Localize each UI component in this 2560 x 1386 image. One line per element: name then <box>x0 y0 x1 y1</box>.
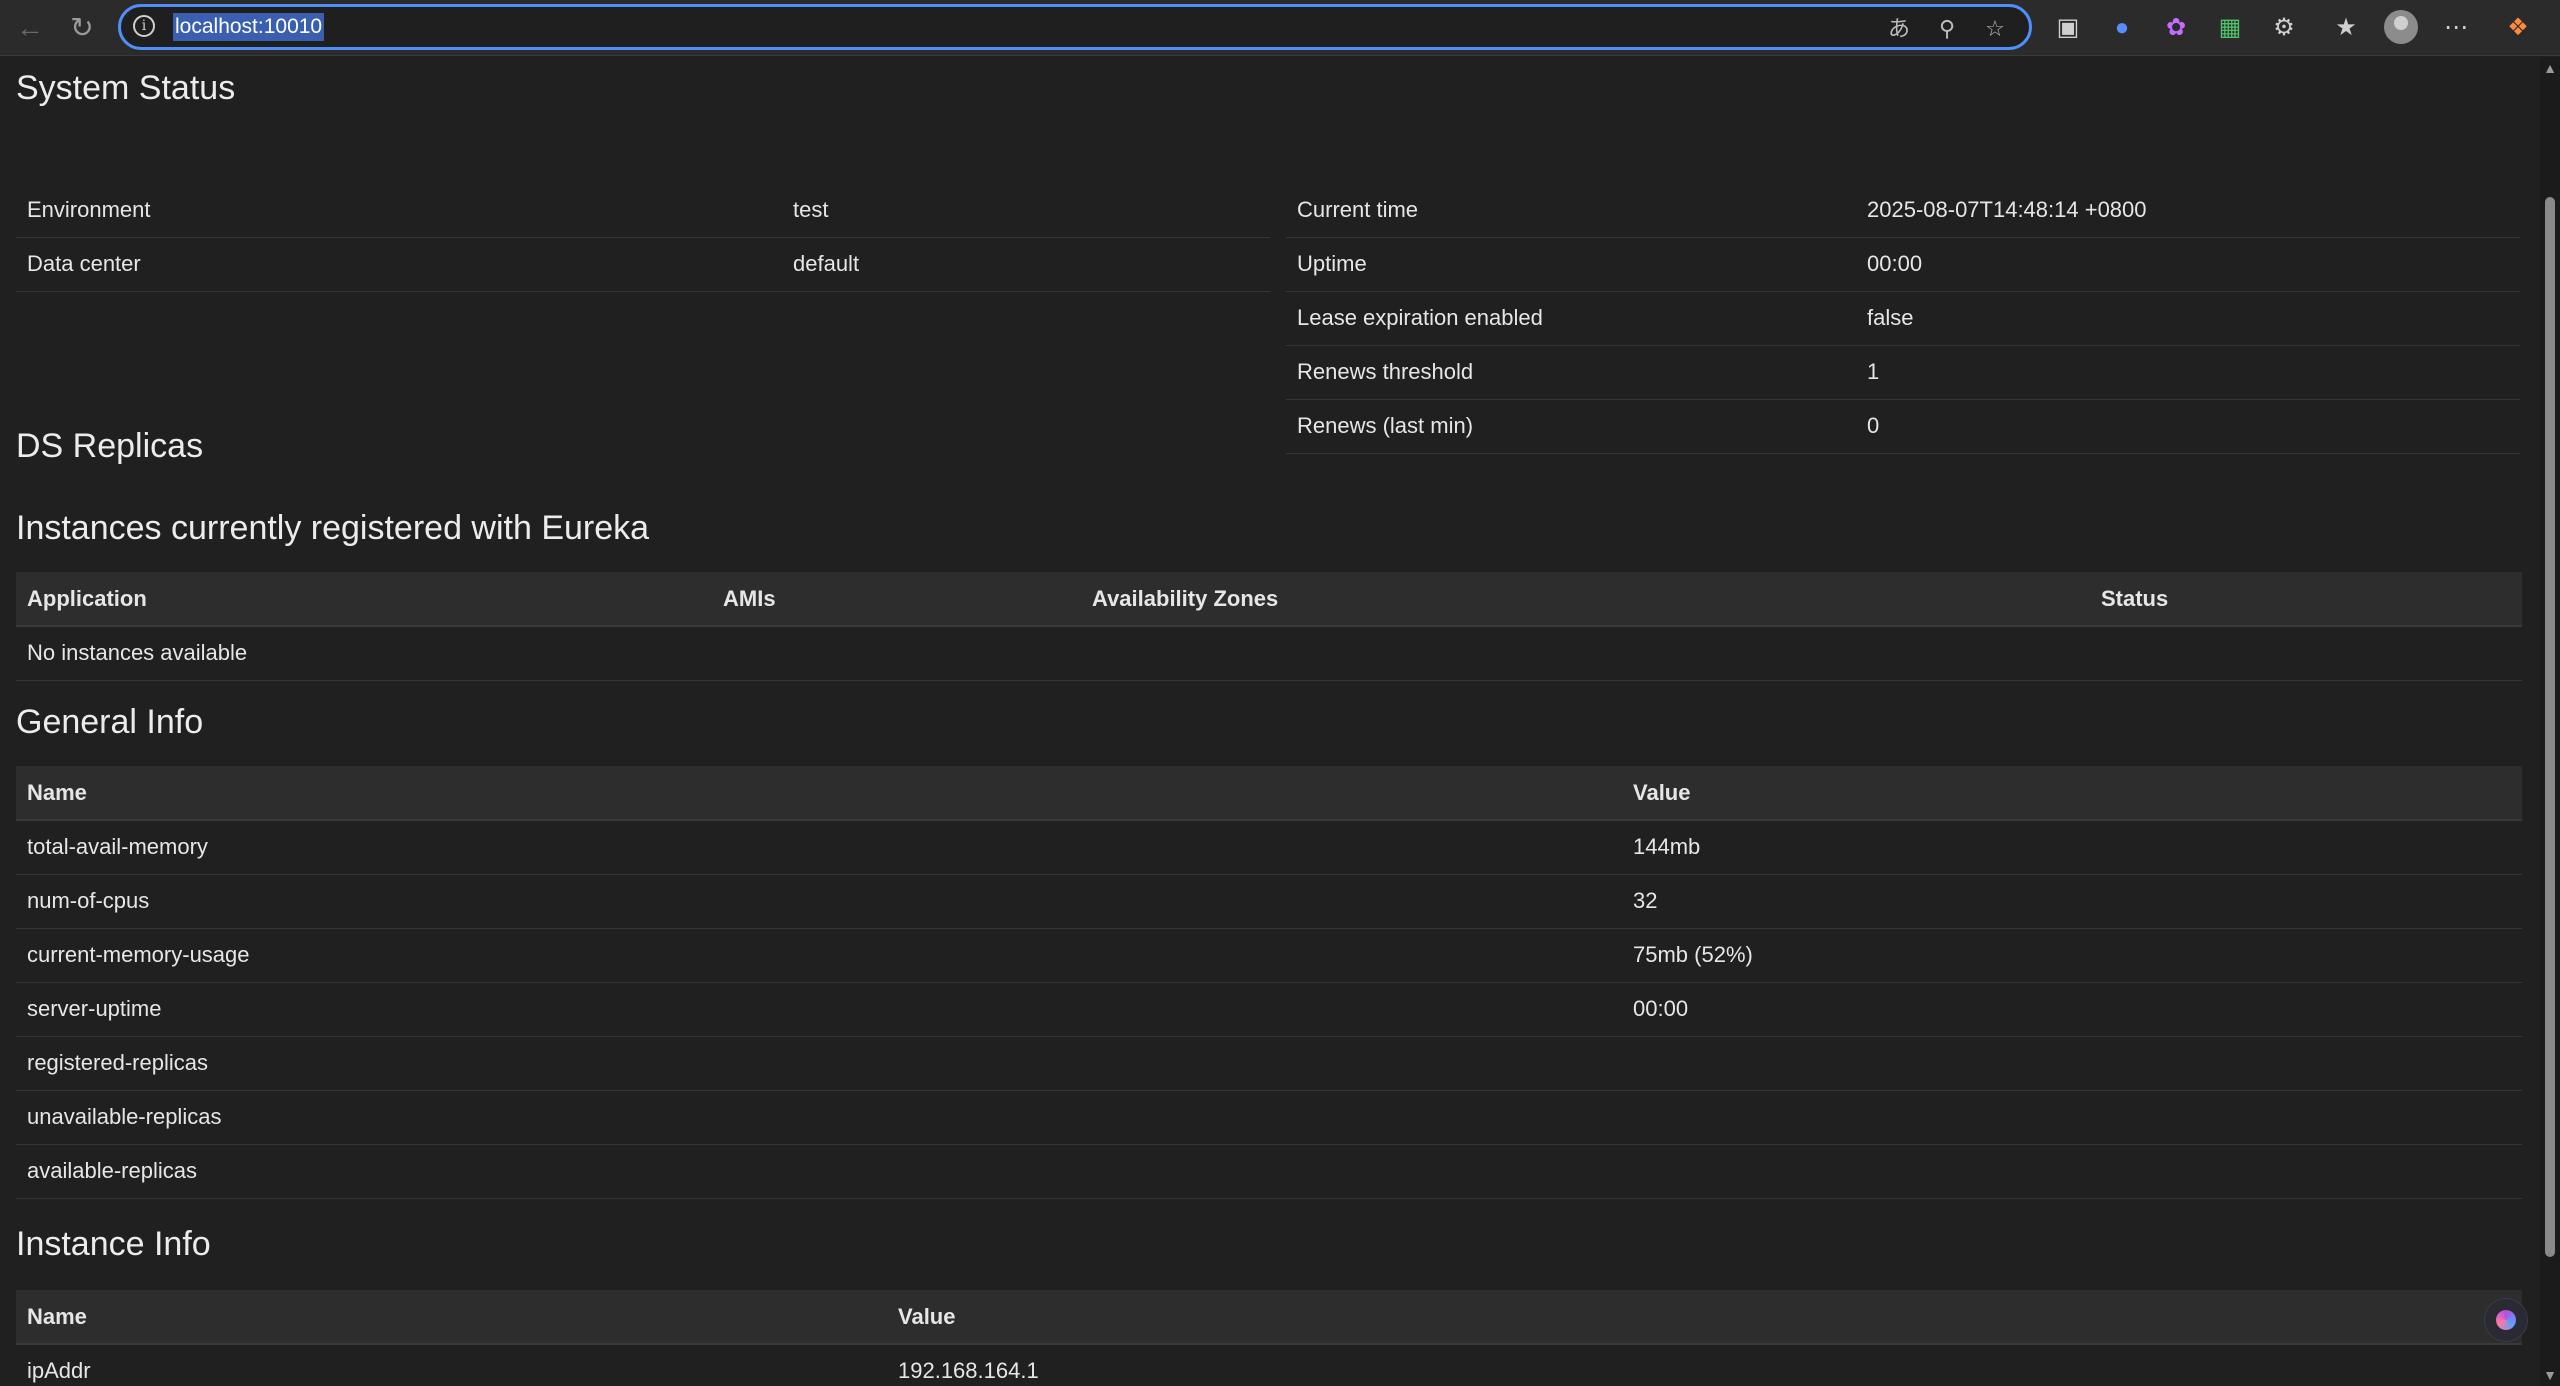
copilot-float-icon[interactable] <box>2484 1298 2528 1342</box>
renews-last-min-value: 0 <box>1856 399 2520 454</box>
instances-heading: Instances currently registered with Eure… <box>16 509 650 547</box>
profile-icon[interactable] <box>2384 10 2418 44</box>
scroll-down-icon[interactable]: ▼ <box>2543 1368 2557 1382</box>
col-status: Status <box>2090 572 2522 627</box>
info-name: current-memory-usage <box>16 928 1622 983</box>
star-icon[interactable]: ☆ <box>1981 15 2009 43</box>
read-aloud-icon[interactable]: あ <box>1885 15 1913 43</box>
table-row: Renews (last min) 0 <box>1286 399 2520 454</box>
info-value <box>1622 1090 2522 1145</box>
instances-table: Application AMIs Availability Zones Stat… <box>16 572 2522 681</box>
info-name: server-uptime <box>16 982 1622 1037</box>
system-status-left-table: Environment test Data center default <box>16 183 1270 292</box>
site-info-icon[interactable]: i <box>133 15 155 37</box>
info-value: 00:00 <box>1622 982 2522 1037</box>
page-scrollbar[interactable]: ▲ ▼ <box>2540 57 2560 1386</box>
col-value: Value <box>887 1290 2522 1345</box>
extension-icon[interactable]: ▣ <box>2052 12 2084 44</box>
address-url[interactable]: localhost:10010 <box>173 13 325 41</box>
table-header-row: Name Value <box>16 1290 2522 1345</box>
info-value: 144mb <box>1622 820 2522 875</box>
extension-icon[interactable]: ● <box>2106 12 2138 44</box>
extension-icon[interactable]: ✿ <box>2160 12 2192 44</box>
reload-icon[interactable]: ↻ <box>64 10 100 46</box>
table-row: Uptime 00:00 <box>1286 237 2520 292</box>
current-time-value: 2025-08-07T14:48:14 +0800 <box>1856 183 2520 238</box>
table-header-row: Name Value <box>16 766 2522 821</box>
table-row: unavailable-replicas <box>16 1090 2522 1145</box>
instance-value: 192.168.164.1 <box>887 1344 2522 1386</box>
table-row: total-avail-memory 144mb <box>16 820 2522 875</box>
env-value: test <box>782 183 1270 238</box>
no-instances-text: No instances available <box>16 626 2522 681</box>
table-row: server-uptime 00:00 <box>16 982 2522 1037</box>
general-info-heading: General Info <box>16 703 204 741</box>
table-row: Environment test <box>16 183 1270 238</box>
col-name: Name <box>16 1290 887 1345</box>
col-name: Name <box>16 766 1622 821</box>
info-name: total-avail-memory <box>16 820 1622 875</box>
zoom-icon[interactable]: ⚲ <box>1933 15 1961 43</box>
table-header-row: Application AMIs Availability Zones Stat… <box>16 572 2522 627</box>
info-value: 75mb (52%) <box>1622 928 2522 983</box>
back-arrow-icon[interactable]: ← <box>12 10 48 46</box>
table-row: No instances available <box>16 626 2522 681</box>
col-amis: AMIs <box>712 572 1081 627</box>
info-name: registered-replicas <box>16 1036 1622 1091</box>
puzzle-icon[interactable]: ⚙ <box>2268 12 2300 44</box>
system-status-right-table: Current time 2025-08-07T14:48:14 +0800 U… <box>1286 183 2520 454</box>
datacenter-value: default <box>782 237 1270 292</box>
col-availability-zones: Availability Zones <box>1081 572 2090 627</box>
instance-info-table: Name Value ipAddr 192.168.164.1 <box>16 1290 2522 1386</box>
instance-info-heading: Instance Info <box>16 1225 211 1263</box>
page-content: System Status Environment test Data cent… <box>0 57 2540 1386</box>
table-row: current-memory-usage 75mb (52%) <box>16 928 2522 983</box>
info-name: num-of-cpus <box>16 874 1622 929</box>
datacenter-label: Data center <box>16 237 782 292</box>
col-value: Value <box>1622 766 2522 821</box>
lease-expiration-label: Lease expiration enabled <box>1286 291 1856 346</box>
copilot-icon[interactable]: ❖ <box>2502 12 2534 44</box>
system-status-heading: System Status <box>16 69 236 107</box>
info-name: available-replicas <box>16 1144 1622 1199</box>
scroll-thumb[interactable] <box>2545 197 2555 1257</box>
env-label: Environment <box>16 183 782 238</box>
table-row: registered-replicas <box>16 1036 2522 1091</box>
uptime-label: Uptime <box>1286 237 1856 292</box>
scroll-up-icon[interactable]: ▲ <box>2543 61 2557 75</box>
table-row: Renews threshold 1 <box>1286 345 2520 400</box>
favorites-icon[interactable]: ★ <box>2330 12 2362 44</box>
renews-last-min-label: Renews (last min) <box>1286 399 1856 454</box>
current-time-label: Current time <box>1286 183 1856 238</box>
extension-icon[interactable]: ▦ <box>2214 12 2246 44</box>
table-row: ipAddr 192.168.164.1 <box>16 1344 2522 1386</box>
info-value: 32 <box>1622 874 2522 929</box>
lease-expiration-value: false <box>1856 291 2520 346</box>
general-info-table: Name Value total-avail-memory 144mb num-… <box>16 766 2522 1199</box>
table-row: available-replicas <box>16 1144 2522 1199</box>
info-value <box>1622 1144 2522 1199</box>
renews-threshold-label: Renews threshold <box>1286 345 1856 400</box>
more-icon[interactable]: ⋯ <box>2440 12 2472 44</box>
table-row: Lease expiration enabled false <box>1286 291 2520 346</box>
uptime-value: 00:00 <box>1856 237 2520 292</box>
ds-replicas-heading: DS Replicas <box>16 427 204 465</box>
info-name: unavailable-replicas <box>16 1090 1622 1145</box>
table-row: Current time 2025-08-07T14:48:14 +0800 <box>1286 183 2520 238</box>
browser-toolbar: ← ↻ i localhost:10010 あ ⚲ ☆ ▣ ● ✿ ▦ ⚙ ★ … <box>0 0 2560 56</box>
instance-name: ipAddr <box>16 1344 887 1386</box>
address-bar[interactable]: i localhost:10010 あ ⚲ ☆ <box>118 4 2032 50</box>
renews-threshold-value: 1 <box>1856 345 2520 400</box>
table-row: num-of-cpus 32 <box>16 874 2522 929</box>
table-row: Data center default <box>16 237 1270 292</box>
info-value <box>1622 1036 2522 1091</box>
col-application: Application <box>16 572 712 627</box>
